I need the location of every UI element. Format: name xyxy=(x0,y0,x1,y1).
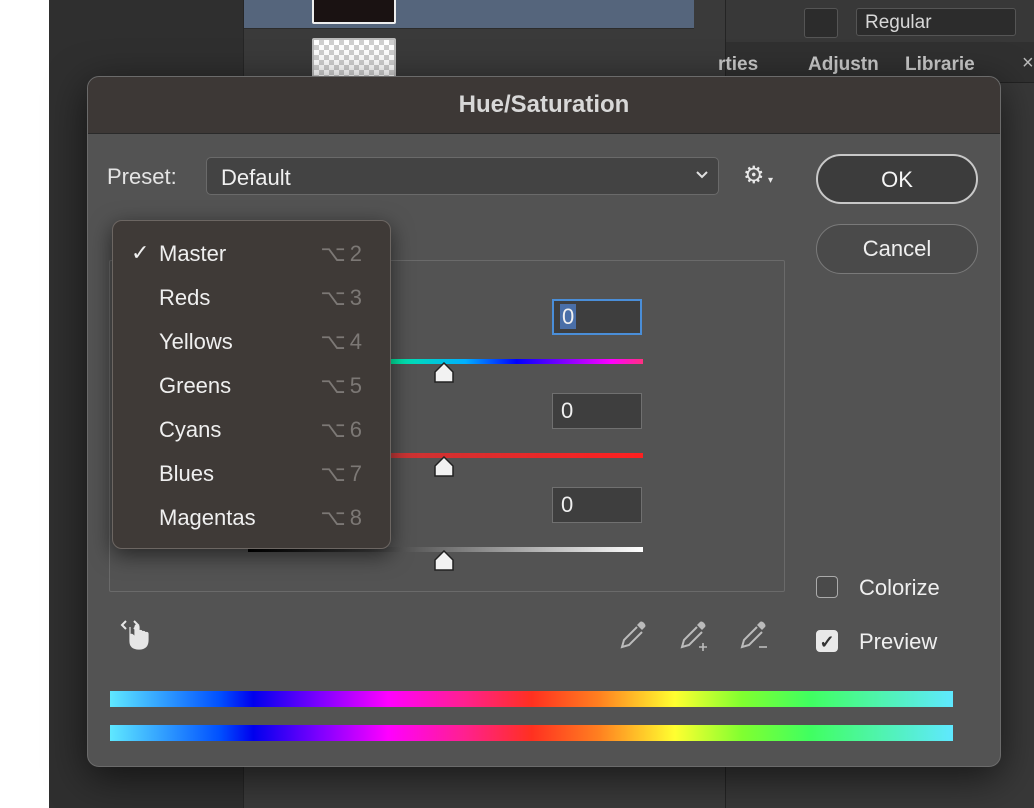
gear-icon[interactable]: ⚙ xyxy=(743,161,765,190)
hue-input[interactable]: 0 xyxy=(552,299,642,335)
menu-item-label: Master xyxy=(159,241,227,266)
preset-label: Preset: xyxy=(107,164,177,189)
hue-value: 0 xyxy=(560,304,577,329)
menu-item-label: Magentas xyxy=(159,505,256,530)
menu-item-blues[interactable]: Blues ⌥7 xyxy=(113,452,390,496)
font-style-dropdown[interactable]: Regular xyxy=(856,8,1016,36)
menu-item-yellows[interactable]: Yellows ⌥4 xyxy=(113,320,390,364)
saturation-input[interactable]: 0 xyxy=(552,393,642,429)
preview-label: Preview xyxy=(859,629,938,654)
targeted-adjustment-hand-icon[interactable] xyxy=(120,617,154,651)
menu-item-shortcut: ⌥6 xyxy=(320,417,366,442)
saturation-value: 0 xyxy=(561,398,574,423)
color-spectrum-bar-input xyxy=(110,691,953,707)
tab-adjustments[interactable]: Adjustn xyxy=(808,54,879,76)
menu-item-label: Cyans xyxy=(159,417,222,442)
caret-down-icon: ▾ xyxy=(768,175,774,186)
lightness-slider-thumb[interactable] xyxy=(433,550,455,572)
menu-item-label: Greens xyxy=(159,373,232,398)
panel-close-icon[interactable]: × xyxy=(1022,52,1034,75)
menu-item-magentas[interactable]: Magentas ⌥8 xyxy=(113,496,390,540)
preset-dropdown[interactable]: Default xyxy=(206,157,719,195)
menu-item-cyans[interactable]: Cyans ⌥6 xyxy=(113,408,390,452)
color-spectrum-bar-output xyxy=(110,725,953,741)
tab-properties[interactable]: rties xyxy=(718,54,758,76)
eyedropper-add-icon[interactable] xyxy=(678,619,712,653)
menu-item-label: Yellows xyxy=(159,329,233,354)
menu-item-label: Reds xyxy=(159,285,211,310)
hue-slider-thumb[interactable] xyxy=(433,362,455,384)
checkmark-icon: ✓ xyxy=(131,240,150,265)
menu-item-shortcut: ⌥8 xyxy=(320,505,366,530)
menu-item-label: Blues xyxy=(159,461,215,486)
font-style-value: Regular xyxy=(865,12,932,33)
font-size-dropdown[interactable] xyxy=(804,8,838,38)
channel-menu: ✓ Master ⌥2 Reds ⌥3 Yellows ⌥4 Greens ⌥5… xyxy=(112,220,391,549)
menu-item-shortcut: ⌥3 xyxy=(320,285,366,310)
menu-item-reds[interactable]: Reds ⌥3 xyxy=(113,276,390,320)
menu-item-shortcut: ⌥7 xyxy=(320,461,366,486)
menu-item-greens[interactable]: Greens ⌥5 xyxy=(113,364,390,408)
lightness-input[interactable]: 0 xyxy=(552,487,642,523)
colorize-checkbox[interactable] xyxy=(816,576,838,598)
saturation-slider-thumb[interactable] xyxy=(433,456,455,478)
layer-row[interactable] xyxy=(244,30,694,82)
menu-item-shortcut: ⌥4 xyxy=(320,329,366,354)
cancel-button[interactable]: Cancel xyxy=(816,224,978,274)
preset-value: Default xyxy=(221,165,291,190)
layer-thumbnail xyxy=(312,0,396,24)
tab-libraries[interactable]: Librarie xyxy=(905,54,975,76)
colorize-label: Colorize xyxy=(859,575,940,600)
layer-row[interactable] xyxy=(244,0,694,29)
eyedropper-subtract-icon[interactable] xyxy=(738,619,772,653)
menu-item-master[interactable]: ✓ Master ⌥2 xyxy=(113,232,390,276)
dialog-titlebar[interactable]: Hue/Saturation xyxy=(88,77,1000,134)
menu-item-shortcut: ⌥5 xyxy=(320,373,366,398)
preview-checkbox[interactable]: ✓ xyxy=(816,630,838,652)
chevron-down-icon xyxy=(694,164,710,192)
lightness-value: 0 xyxy=(561,492,574,517)
ok-button[interactable]: OK xyxy=(816,154,978,204)
eyedropper-icon[interactable] xyxy=(618,619,652,653)
dialog-title: Hue/Saturation xyxy=(458,91,630,118)
menu-item-shortcut: ⌥2 xyxy=(320,241,366,266)
